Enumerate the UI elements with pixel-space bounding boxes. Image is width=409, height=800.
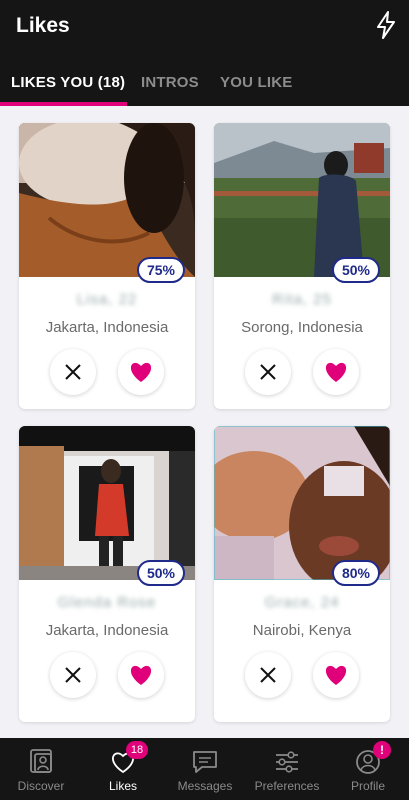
heart-icon: [325, 665, 347, 685]
close-icon: [260, 364, 276, 380]
profile-photo[interactable]: [19, 123, 195, 277]
likes-grid: 75% Lisa, 22 Jakarta, Indonesia 50% Rita…: [0, 106, 409, 738]
profile-card[interactable]: 75% Lisa, 22 Jakarta, Indonesia: [19, 123, 195, 409]
pass-button[interactable]: [245, 652, 291, 698]
profile-photo[interactable]: [214, 123, 390, 277]
profile-name: Grace, 24: [264, 594, 340, 611]
pass-button[interactable]: [245, 349, 291, 395]
page-title: Likes: [16, 14, 70, 37]
profile-name: Glenda Rose: [57, 594, 157, 611]
header-bar: Likes LIKES YOU (18) INTROS YOU LIKE: [0, 0, 409, 106]
lightning-bolt-icon[interactable]: [373, 10, 399, 40]
tab-intros[interactable]: INTROS: [141, 74, 199, 91]
profile-name: Rita, 25: [272, 291, 332, 308]
heart-icon: [130, 665, 152, 685]
pass-button[interactable]: [50, 349, 96, 395]
tab-likes-you[interactable]: LIKES YOU (18): [11, 74, 125, 91]
profile-photo[interactable]: [214, 426, 390, 580]
nav-preferences[interactable]: Preferences: [246, 738, 328, 800]
nav-profile[interactable]: ! Profile: [327, 738, 409, 800]
match-percentage-badge: 75%: [137, 257, 185, 283]
nav-label: Discover: [17, 779, 65, 793]
nav-discover[interactable]: Discover: [0, 738, 82, 800]
profile-card[interactable]: 50% Rita, 25 Sorong, Indonesia: [214, 123, 390, 409]
tab-bar: LIKES YOU (18) INTROS YOU LIKE: [0, 62, 409, 106]
like-button[interactable]: [313, 652, 359, 698]
like-button[interactable]: [118, 652, 164, 698]
bottom-navigation: Discover 18 Likes Messages Preferences !: [0, 738, 409, 800]
profile-location: Jakarta, Indonesia: [45, 622, 169, 639]
close-icon: [65, 667, 81, 683]
profile-location: Jakarta, Indonesia: [45, 319, 169, 336]
close-icon: [65, 364, 81, 380]
like-button[interactable]: [118, 349, 164, 395]
chat-icon: [193, 751, 217, 773]
close-icon: [260, 667, 276, 683]
discover-icon: [30, 749, 52, 773]
nav-label: Likes: [108, 779, 137, 793]
match-percentage-badge: 50%: [137, 560, 185, 586]
profile-photo[interactable]: [19, 426, 195, 580]
profile-name: Lisa, 22: [76, 291, 138, 308]
profile-location: Nairobi, Kenya: [252, 622, 352, 639]
match-percentage-badge: 80%: [332, 560, 380, 586]
nav-label: Messages: [177, 779, 233, 793]
heart-icon: [325, 362, 347, 382]
nav-messages[interactable]: Messages: [164, 738, 246, 800]
pass-button[interactable]: [50, 652, 96, 698]
heart-icon: [130, 362, 152, 382]
profile-alert-badge: !: [373, 741, 391, 759]
profile-location: Sorong, Indonesia: [241, 319, 363, 336]
nav-label: Preferences: [254, 779, 320, 793]
nav-likes[interactable]: 18 Likes: [82, 738, 164, 800]
sliders-icon: [276, 751, 298, 773]
profile-card[interactable]: 80% Grace, 24 Nairobi, Kenya: [214, 426, 390, 722]
nav-label: Profile: [350, 779, 385, 793]
like-button[interactable]: [313, 349, 359, 395]
match-percentage-badge: 50%: [332, 257, 380, 283]
likes-count-badge: 18: [126, 741, 148, 759]
tab-you-like[interactable]: YOU LIKE: [220, 74, 292, 91]
profile-card[interactable]: 50% Glenda Rose Jakarta, Indonesia: [19, 426, 195, 722]
